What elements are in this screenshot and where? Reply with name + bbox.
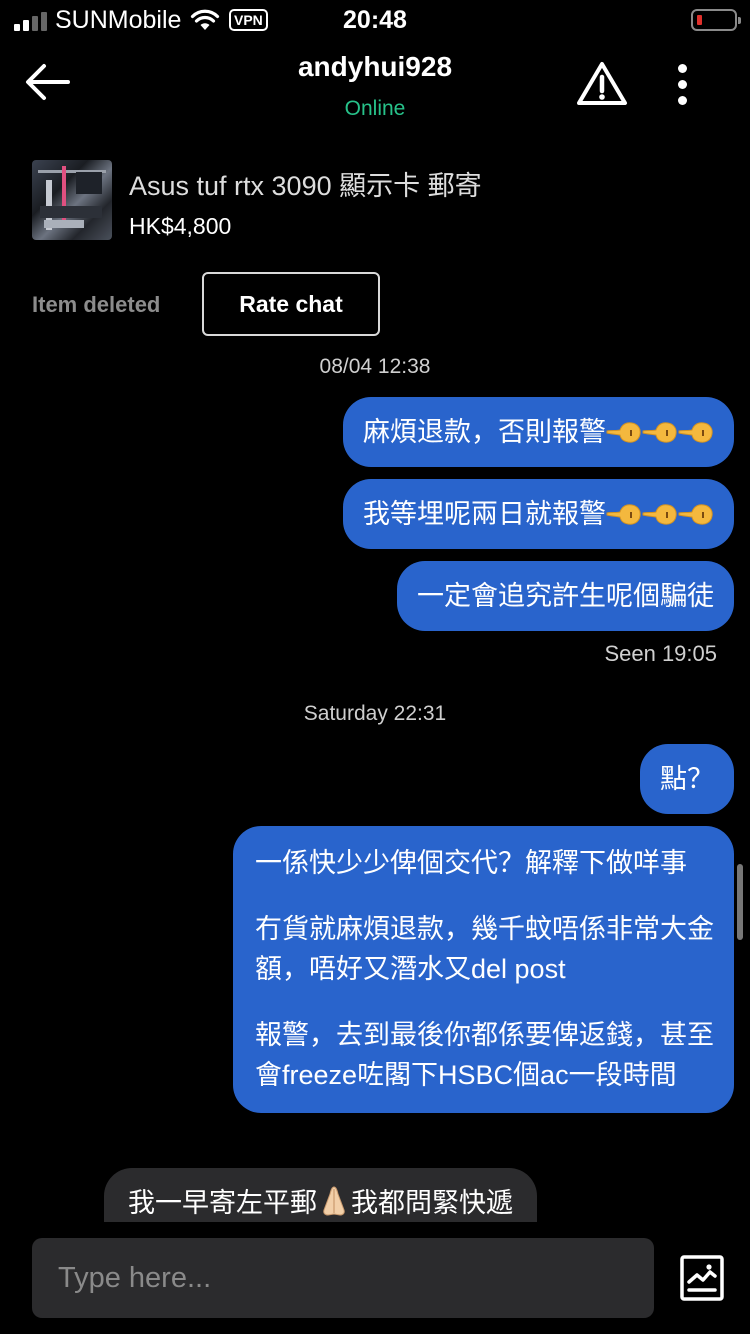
outgoing-message[interactable]: 一係快少少俾個交代？解釋下做咩事 冇貨就麻煩退款，幾千蚊唔係非常大金 額，唔好又…: [233, 826, 734, 1113]
battery-icon: [691, 9, 741, 31]
scrollbar[interactable]: [737, 864, 743, 940]
pointing-hand-emoji-icon: [606, 422, 641, 443]
praying-hands-emoji-icon: [323, 1186, 345, 1216]
message-text: 麻煩退款，否則報警: [363, 417, 606, 447]
chat-username[interactable]: andyhui928: [0, 51, 750, 83]
outgoing-message[interactable]: 一定會追究許生呢個騙徒: [397, 561, 734, 631]
pointing-hand-emoji-icon: [678, 422, 713, 443]
date-separator: 08/04 12:38: [319, 355, 431, 378]
clock: 20:48: [343, 6, 407, 34]
message-line: 額，唔好又潛水又del post: [255, 954, 566, 984]
message-text: 點？: [660, 764, 714, 794]
message-line: 報警，去到最後你都係要俾返錢，甚至: [255, 1020, 714, 1050]
listing-title[interactable]: Asus tuf rtx 3090 顯示卡 郵寄: [129, 164, 482, 203]
message-text: 我都問緊快遞: [351, 1188, 513, 1218]
image-upload-icon[interactable]: [680, 1255, 724, 1301]
outgoing-message[interactable]: 麻煩退款，否則報警: [343, 397, 734, 467]
online-status: Online: [344, 97, 406, 120]
pointing-hand-emoji-icon: [642, 422, 677, 443]
message-input[interactable]: [32, 1238, 654, 1318]
seen-receipt: Seen 19:05: [604, 641, 717, 666]
pointing-hand-emoji-icon: [678, 504, 713, 525]
listing-price: HK$4,800: [129, 213, 232, 239]
outgoing-message[interactable]: 我等埋呢兩日就報警: [343, 479, 734, 549]
rate-chat-button[interactable]: Rate chat: [202, 272, 380, 336]
status-bar: SUNMobile VPN 20:48: [0, 0, 750, 40]
item-status: Item deleted: [32, 292, 161, 317]
message-line: 會freeze咗閣下HSBC個ac一段時間: [255, 1060, 677, 1090]
outgoing-message[interactable]: 點？: [640, 744, 734, 814]
pointing-hand-emoji-icon: [606, 504, 641, 525]
message-text: 我一早寄左平郵: [128, 1188, 317, 1218]
date-separator: Saturday 22:31: [303, 702, 447, 725]
message-text: 我等埋呢兩日就報警: [363, 499, 606, 529]
message-text: 一定會追究許生呢個騙徒: [417, 581, 714, 611]
listing-thumbnail[interactable]: [32, 160, 112, 240]
more-vertical-icon[interactable]: [668, 62, 698, 108]
pointing-hand-emoji-icon: [642, 504, 677, 525]
composer-bar: [0, 1222, 750, 1334]
message-line: 冇貨就麻煩退款，幾千蚊唔係非常大金: [255, 914, 714, 944]
message-line: 一係快少少俾個交代？解釋下做咩事: [255, 848, 687, 878]
warning-icon[interactable]: [576, 60, 628, 108]
